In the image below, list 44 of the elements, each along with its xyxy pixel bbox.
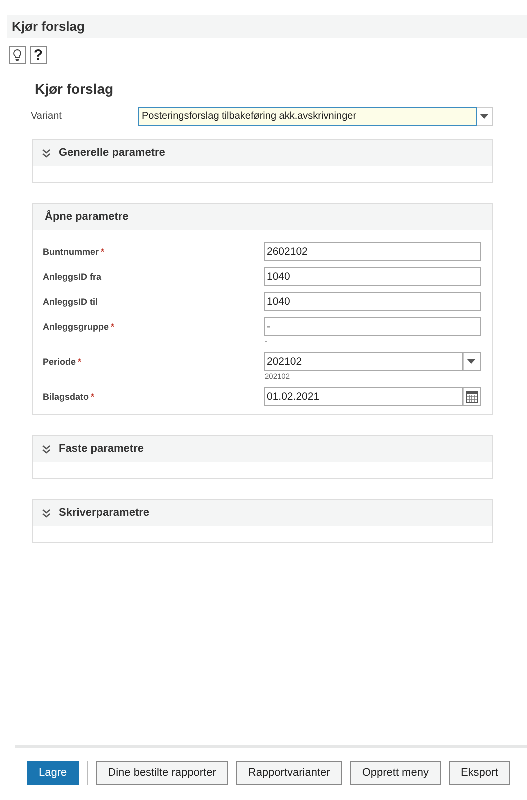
calendar-button[interactable] <box>463 387 481 406</box>
action-button[interactable]: Dine bestilte rapporter <box>96 761 228 785</box>
page-title: Kjør forslag <box>7 15 527 38</box>
lightbulb-icon <box>13 48 22 62</box>
required-mark: * <box>101 247 105 257</box>
section-header[interactable]: Skriverparametre <box>33 500 492 526</box>
expand-icon[interactable] <box>42 444 51 454</box>
field-label: Buntnummer <box>43 247 99 257</box>
input-field[interactable]: 202102 <box>264 352 463 371</box>
save-button[interactable]: Lagre <box>27 761 80 785</box>
section-title: Skriverparametre <box>59 507 150 519</box>
field-label: Anleggsgruppe <box>43 322 110 332</box>
section-header[interactable]: Generelle parametre <box>33 140 492 166</box>
expand-icon[interactable] <box>42 148 51 158</box>
required-mark: * <box>111 322 115 332</box>
required-mark: * <box>91 392 95 402</box>
caret-icon <box>467 359 476 364</box>
caret-icon <box>480 114 489 119</box>
field-label: Periode <box>43 357 76 367</box>
input-field[interactable]: 1040 <box>264 292 481 311</box>
section-title: Åpne parametre <box>45 211 129 223</box>
dropdown-button[interactable] <box>477 107 493 126</box>
field-label: AnleggsID til <box>43 297 98 307</box>
field-label: Variant <box>31 111 63 122</box>
action-button[interactable]: Rapportvarianter <box>236 761 342 785</box>
input-field[interactable]: - <box>264 317 481 336</box>
section-title: Faste parametre <box>59 443 144 455</box>
help-button[interactable]: ? <box>30 46 47 64</box>
required-mark: * <box>78 357 82 367</box>
field-label: AnleggsID fra <box>43 272 102 282</box>
expand-icon[interactable] <box>42 508 51 518</box>
variant-field[interactable]: Posteringsforslag tilbakeføring akk.avskrivninger <box>138 107 477 126</box>
section-title: Generelle parametre <box>59 147 166 159</box>
input-field[interactable]: 2602102 <box>264 242 481 261</box>
action-button[interactable]: Eksport <box>448 761 510 785</box>
dropdown-button[interactable] <box>463 352 481 371</box>
calendar-icon <box>466 390 478 402</box>
form-heading: Kjør forslag <box>35 81 115 97</box>
tip-button[interactable] <box>9 46 26 64</box>
input-field[interactable]: 01.02.2021 <box>264 387 463 406</box>
field-label: Bilagsdato <box>43 392 90 402</box>
action-button[interactable]: Opprett meny <box>350 761 441 785</box>
section-header[interactable]: Faste parametre <box>33 436 492 462</box>
input-field[interactable]: 1040 <box>264 267 481 286</box>
